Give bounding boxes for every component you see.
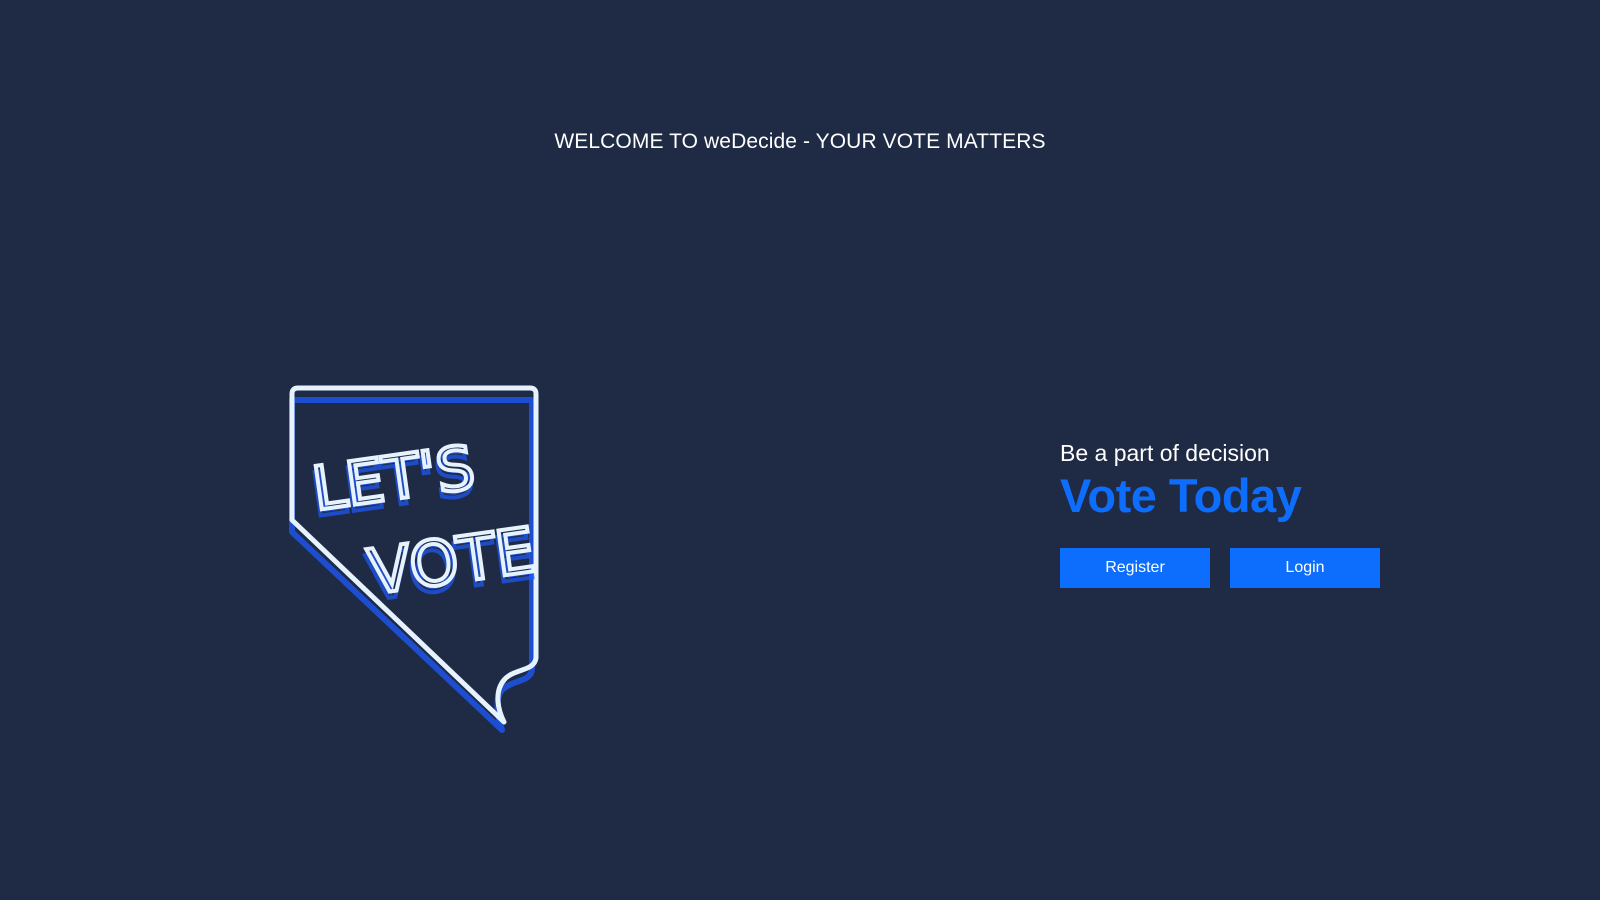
neon-sign-icon: LET'S VOTE LET'S VOTE — [289, 385, 542, 733]
auth-buttons: Register Login — [1060, 548, 1460, 588]
headline: Vote Today — [1060, 469, 1302, 522]
call-to-action: Be a part of decision Vote Today Registe… — [1060, 438, 1460, 588]
login-button[interactable]: Login — [1230, 548, 1380, 588]
landing-page: WELCOME TO weDecide - YOUR VOTE MATTERS … — [0, 0, 1600, 900]
tagline: Be a part of decision — [1060, 440, 1270, 466]
register-button[interactable]: Register — [1060, 548, 1210, 588]
lets-vote-neon-image: LET'S VOTE LET'S VOTE — [280, 370, 570, 740]
welcome-heading: WELCOME TO weDecide - YOUR VOTE MATTERS — [554, 130, 1046, 153]
